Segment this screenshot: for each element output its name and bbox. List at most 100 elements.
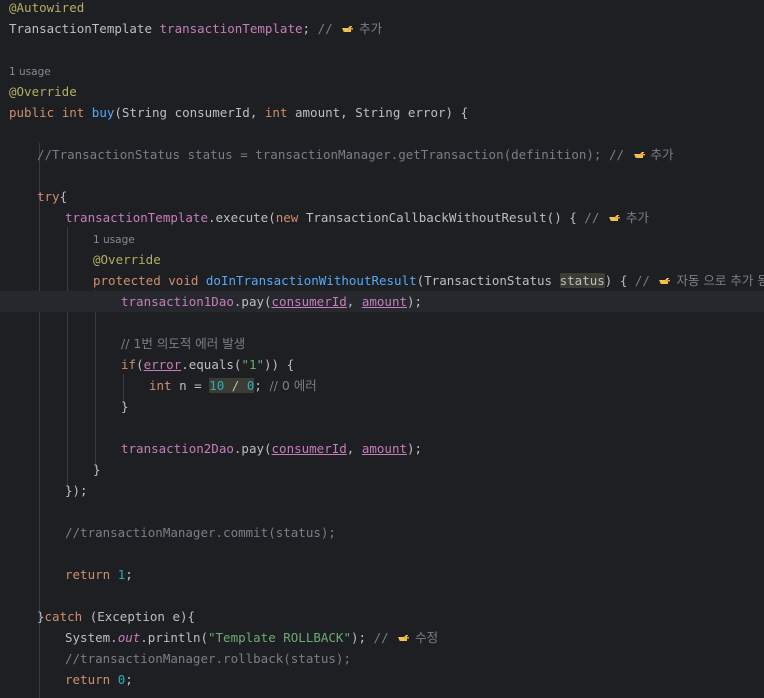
line-content: }); — [65, 480, 88, 501]
usage-count[interactable]: 1 usage — [9, 66, 51, 78]
pointing-hand-icon — [341, 19, 354, 32]
code-token: int — [264, 105, 295, 120]
pointing-hand-icon — [633, 145, 646, 158]
line-content: @Override — [9, 81, 77, 102]
pointing-hand-icon — [608, 208, 621, 221]
code-token: catch — [44, 609, 90, 624]
code-line: //transactionManager.commit(status); — [0, 522, 764, 543]
code-token: )) { — [264, 357, 295, 372]
code-token: ; — [125, 567, 133, 582]
code-line: protected void doInTransactionWithoutRes… — [0, 270, 764, 291]
code-token: , — [346, 294, 362, 309]
line-content: //transactionManager.commit(status); — [65, 522, 336, 543]
code-token: amount — [361, 294, 408, 309]
code-token: transactionTemplate — [159, 21, 303, 36]
code-line: if(error.equals("1")) { — [0, 354, 764, 375]
code-line: public int buy(String consumerId, int am… — [0, 102, 764, 123]
line-content: //transactionManager.rollback(status); — [65, 648, 351, 669]
code-token: // — [373, 630, 397, 645]
code-token: return — [65, 672, 118, 687]
usage-hint[interactable]: 1 usage — [0, 60, 764, 81]
line-content: 1 usage — [93, 228, 135, 251]
line-content: //TransactionStatus status = transaction… — [37, 144, 674, 165]
code-token: (String consumerId, — [114, 105, 265, 120]
code-line: transaction2Dao.pay(consumerId, amount); — [0, 438, 764, 459]
code-token: return — [65, 567, 118, 582]
code-line: return 1; — [0, 564, 764, 585]
code-line: TransactionTemplate transactionTemplate;… — [0, 18, 764, 39]
code-line: }); — [0, 480, 764, 501]
code-token: int — [61, 105, 92, 120]
code-token: .pay( — [233, 441, 272, 456]
code-token: // 1번 의도적 에러 발생 — [121, 336, 246, 351]
code-token: TransactionTemplate — [9, 21, 160, 36]
code-line: transactionTemplate.execute(new Transact… — [0, 207, 764, 228]
line-content: try{ — [37, 186, 67, 207]
code-token: .println( — [140, 630, 208, 645]
code-token: buy — [91, 105, 115, 120]
code-token: transactionTemplate — [65, 210, 208, 225]
code-token: //TransactionStatus status = transaction… — [37, 147, 632, 162]
code-token: 추가 — [646, 147, 674, 162]
code-token: out — [117, 630, 141, 645]
code-editor[interactable]: @Autowired TransactionTemplate transactio… — [0, 0, 764, 698]
code-line: //TransactionStatus status = transaction… — [0, 144, 764, 165]
code-token: amount — [361, 441, 408, 456]
code-token: transaction1Dao — [121, 294, 234, 309]
code-token: // — [317, 21, 341, 36]
code-token: // 0 에러 — [269, 378, 317, 393]
line-content: // 1번 의도적 에러 발생 — [121, 333, 245, 354]
code-token: doInTransactionWithoutResult — [205, 273, 417, 288]
code-token: ); — [407, 294, 423, 309]
code-token: error — [143, 357, 182, 372]
code-token: { — [59, 189, 68, 204]
line-content: } — [121, 396, 129, 417]
code-token: 자동 으로 추가 됨 — [672, 273, 764, 288]
code-token: //transactionManager.rollback(status); — [65, 651, 351, 666]
code-line: } — [0, 396, 764, 417]
code-token: // — [584, 210, 607, 225]
code-token: (Exception e){ — [89, 609, 196, 624]
code-token: System. — [65, 630, 118, 645]
line-content: return 1; — [65, 564, 133, 585]
line-content: public int buy(String consumerId, int am… — [9, 102, 468, 123]
line-content: return 0; — [65, 669, 133, 690]
code-line: try{ — [0, 186, 764, 207]
code-line: return 0; — [0, 669, 764, 690]
line-content: protected void doInTransactionWithoutRes… — [93, 270, 764, 291]
code-token: TransactionCallbackWithoutResult() { — [305, 210, 585, 225]
code-token: amount, String error) { — [295, 105, 469, 120]
code-token: (TransactionStatus — [416, 273, 560, 288]
usage-hint[interactable]: 1 usage — [0, 228, 764, 249]
code-token: 수정 — [411, 630, 439, 645]
code-token: //transactionManager.commit(status); — [65, 525, 336, 540]
code-token: new — [275, 210, 306, 225]
code-line: transaction1Dao.pay(consumerId, amount); — [0, 291, 764, 312]
code-token: 10 — [209, 378, 225, 393]
code-token: 추가 — [355, 21, 383, 36]
line-content: if(error.equals("1")) { — [121, 354, 294, 375]
code-line: //transactionManager.rollback(status); — [0, 648, 764, 669]
usage-count[interactable]: 1 usage — [93, 234, 135, 246]
code-line: }catch (Exception e){ — [0, 606, 764, 627]
code-token: ; — [302, 21, 318, 36]
pointing-hand-icon — [658, 271, 671, 284]
code-token: ) { — [604, 273, 635, 288]
code-line: @Override — [0, 249, 764, 270]
line-content: System.out.println("Template ROLLBACK");… — [65, 627, 438, 648]
code-token: @Override — [9, 84, 77, 99]
code-token: @Override — [93, 252, 161, 267]
code-token: if — [121, 357, 137, 372]
line-content: @Autowired — [9, 0, 84, 18]
code-token: public — [9, 105, 62, 120]
code-token: ; — [125, 672, 133, 687]
code-token: int — [149, 378, 180, 393]
code-token: .pay( — [233, 294, 272, 309]
code-token: ); — [351, 630, 374, 645]
code-token: @Autowired — [9, 0, 85, 15]
code-token: }); — [65, 483, 88, 498]
code-token: } — [93, 462, 101, 477]
code-line: } — [0, 459, 764, 480]
code-token: void — [168, 273, 206, 288]
code-token: consumerId — [271, 441, 347, 456]
